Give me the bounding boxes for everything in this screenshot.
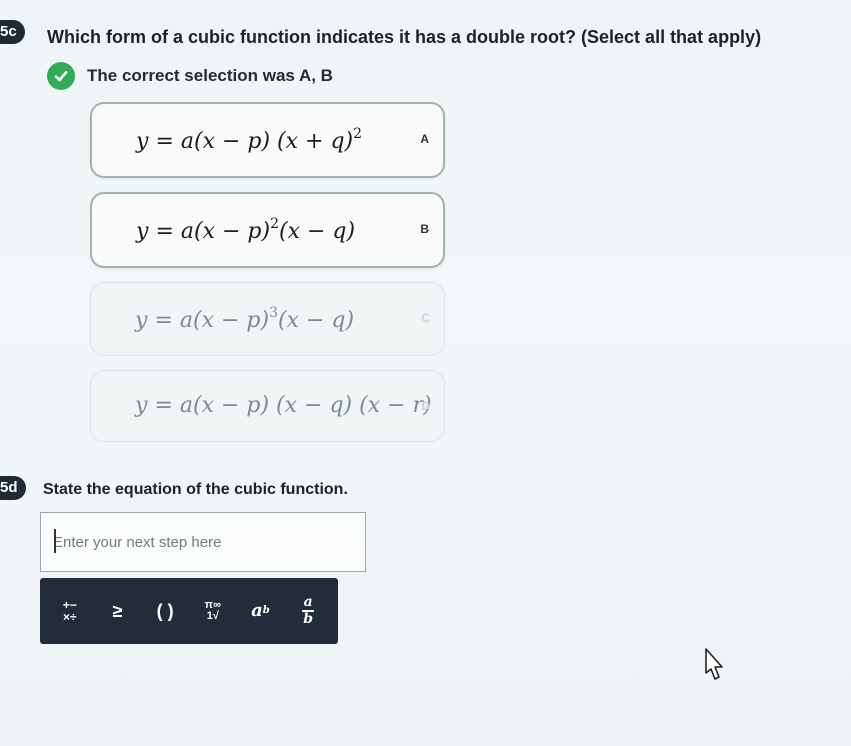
operators-button[interactable]: +− ×÷ [50, 589, 90, 633]
feedback-text: The correct selection was A, B [87, 66, 333, 85]
text-cursor [54, 529, 56, 553]
option-c-formula: y = a(x − p)3(x − q) [135, 305, 355, 333]
fraction-button[interactable]: ab [288, 589, 328, 633]
option-c-letter: C [421, 311, 430, 325]
math-toolbar: +− ×÷ ≥ ( ) π∞ 1√ ab ab [40, 578, 338, 644]
option-c[interactable]: y = a(x − p)3(x − q) C [90, 282, 445, 356]
option-b[interactable]: y = a(x − p)2(x − q) B [90, 192, 445, 268]
check-circle-icon [47, 62, 75, 90]
option-d[interactable]: y = a(x − p) (x − q) (x − r) D [90, 370, 445, 442]
step-badge-5d: 5d [0, 476, 26, 500]
option-d-formula: y = a(x − p) (x − q) (x − r) [135, 393, 432, 418]
answer-input[interactable] [40, 512, 366, 572]
option-a-formula: y = a(x − p) (x + q)2 [136, 126, 363, 154]
question-5c-text: Which form of a cubic function indicates… [47, 27, 762, 47]
question-5d-text: State the equation of the cubic function… [43, 481, 348, 498]
option-a-letter: A [420, 132, 429, 146]
exponent-button[interactable]: ab [240, 589, 280, 633]
inequality-button[interactable]: ≥ [97, 589, 137, 633]
mouse-pointer-icon [700, 645, 730, 688]
option-b-letter: B [420, 222, 429, 236]
option-d-letter: D [421, 399, 430, 413]
step-badge-5c: 5c [0, 20, 25, 44]
special-symbols-button[interactable]: π∞ 1√ [193, 589, 233, 633]
parentheses-button[interactable]: ( ) [145, 589, 185, 633]
option-b-formula: y = a(x − p)2(x − q) [136, 216, 356, 244]
option-a[interactable]: y = a(x − p) (x + q)2 A [90, 102, 445, 178]
feedback-row: The correct selection was A, B [47, 62, 333, 90]
